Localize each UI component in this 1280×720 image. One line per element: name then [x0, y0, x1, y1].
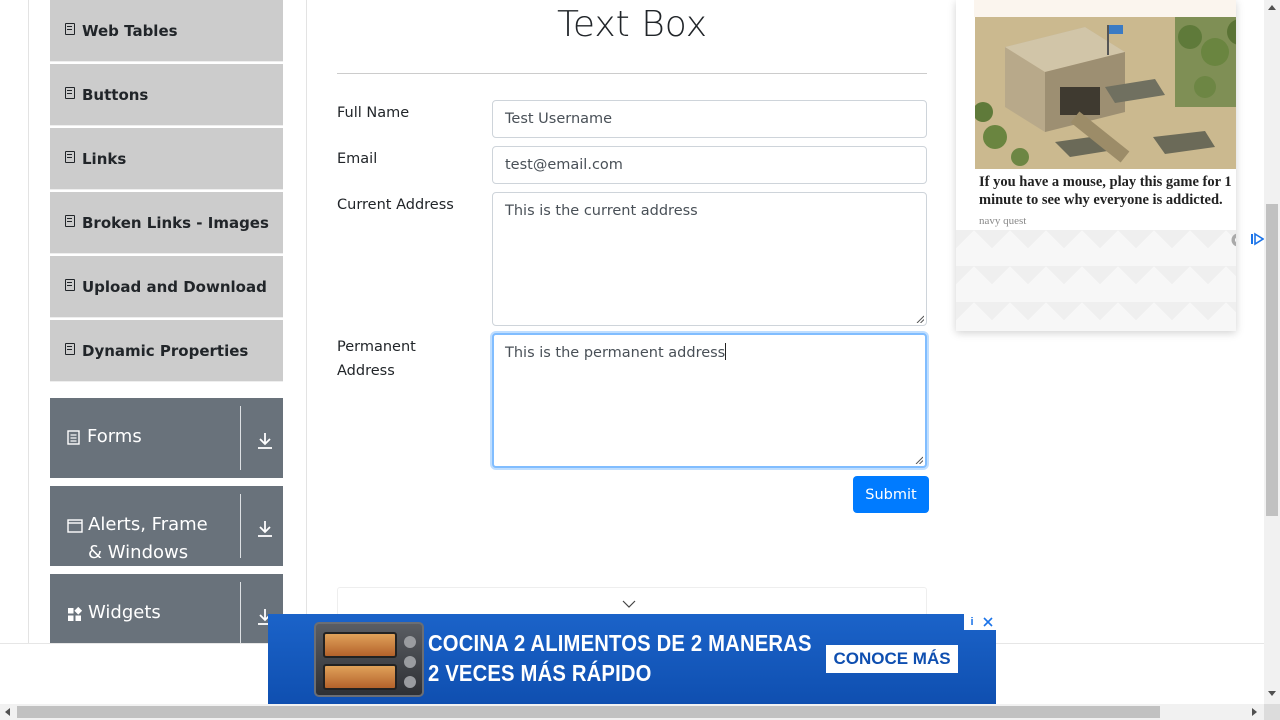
sidebar-item-label: Buttons — [82, 85, 149, 104]
list-icon — [65, 214, 75, 227]
sidebar-group-widgets[interactable]: Widgets — [50, 574, 283, 646]
banner-headline-line2: 2 VECES MÁS RÁPIDO — [428, 660, 652, 686]
widgets-icon — [68, 607, 82, 621]
permanent-address-label-line1: Permanent — [337, 339, 416, 355]
close-icon[interactable] — [980, 614, 996, 630]
chevron-down-icon — [622, 600, 636, 608]
sidebar-item-label: Links — [82, 149, 127, 168]
scroll-up-arrow-icon[interactable] — [1268, 5, 1276, 10]
window-icon — [67, 519, 83, 533]
download-arrow-icon[interactable] — [256, 518, 274, 538]
full-name-input[interactable]: Test Username — [492, 100, 927, 138]
sidebar-item-upload-download[interactable]: Upload and Download — [50, 256, 283, 318]
resize-grip-icon[interactable] — [916, 315, 924, 323]
permanent-address-textarea[interactable]: This is the permanent address — [492, 333, 927, 468]
title-divider — [337, 73, 927, 74]
horizontal-scrollbar[interactable] — [0, 704, 1264, 720]
sidebar-item-label: Dynamic Properties — [82, 341, 249, 360]
banner-headline-line1: COCINA 2 ALIMENTOS DE 2 MANERAS — [428, 630, 812, 656]
permanent-address-label: Permanent Address — [337, 335, 416, 383]
full-name-label: Full Name — [337, 105, 410, 121]
sidebar-group-label: Widgets — [88, 602, 161, 623]
list-icon — [65, 86, 75, 99]
ad-settings-icon[interactable] — [1230, 232, 1236, 248]
scrollbar-corner — [1264, 704, 1280, 720]
scroll-down-arrow-icon[interactable] — [1268, 691, 1276, 696]
scroll-right-arrow-icon[interactable] — [1252, 708, 1257, 716]
scroll-left-arrow-icon[interactable] — [5, 708, 10, 716]
download-arrow-icon[interactable] — [256, 430, 274, 450]
ad-game-image[interactable] — [975, 17, 1236, 169]
horizontal-scroll-thumb[interactable] — [17, 706, 1160, 718]
text-cursor — [725, 343, 727, 360]
group-divider — [240, 494, 241, 558]
form-icon — [67, 430, 80, 445]
sidebar-item-label: Upload and Download — [82, 277, 267, 296]
list-icon — [65, 278, 75, 291]
sidebar-left-border — [28, 0, 29, 643]
group-divider — [240, 582, 241, 646]
sidebar-item-label: Web Tables — [82, 21, 178, 40]
sidebar-right-border — [306, 0, 307, 643]
permanent-address-label-line2: Address — [337, 363, 395, 379]
list-icon — [65, 22, 75, 35]
list-icon — [65, 342, 75, 355]
group-divider — [240, 406, 241, 470]
permanent-address-value: This is the permanent address — [505, 345, 726, 361]
ad-source[interactable]: navy quest — [979, 215, 1026, 227]
email-input[interactable]: test@email.com — [492, 146, 927, 184]
page-title: Text Box — [556, 4, 708, 45]
game-scene-image — [975, 17, 1236, 169]
sidebar-ad[interactable]: If you have a mouse, play this game for … — [956, 0, 1236, 331]
sidebar-item-web-tables[interactable]: Web Tables — [50, 0, 283, 62]
oven-product-image — [314, 622, 424, 697]
ad-top-strip — [974, 0, 1236, 17]
ad-headline[interactable]: If you have a mouse, play this game for … — [979, 173, 1236, 209]
ad-background-pattern — [956, 230, 1236, 331]
sidebar-item-buttons[interactable]: Buttons — [50, 64, 283, 126]
resize-grip-icon[interactable] — [915, 456, 923, 464]
sidebar-item-label: Broken Links - Images — [82, 213, 269, 232]
sidebar-group-alerts[interactable]: Alerts, Frame & Windows — [50, 486, 283, 566]
bottom-banner-ad[interactable]: COCINA 2 ALIMENTOS DE 2 MANERAS 2 VECES … — [268, 614, 996, 704]
current-address-label: Current Address — [337, 197, 454, 213]
sidebar-group-label: Forms — [87, 426, 142, 447]
vertical-scroll-thumb[interactable] — [1266, 204, 1278, 516]
browser-viewport: Web Tables Buttons Links Broken Links - … — [0, 0, 1264, 704]
sidebar-item-links[interactable]: Links — [50, 128, 283, 190]
sidebar-item-broken-links[interactable]: Broken Links - Images — [50, 192, 283, 254]
list-icon — [65, 150, 75, 163]
submit-button[interactable]: Submit — [853, 476, 929, 513]
sidebar-item-dynamic-properties[interactable]: Dynamic Properties — [50, 320, 283, 382]
current-address-textarea[interactable]: This is the current address — [492, 192, 927, 326]
sidebar-group-forms[interactable]: Forms — [50, 398, 283, 478]
email-label: Email — [337, 151, 378, 167]
current-address-value: This is the current address — [505, 203, 698, 219]
ad-choices-icon[interactable] — [1250, 232, 1264, 246]
banner-cta-button[interactable]: CONOCE MÁS — [826, 645, 958, 673]
vertical-scrollbar[interactable] — [1264, 0, 1280, 704]
ad-info-icon[interactable]: i — [964, 614, 980, 630]
sidebar-group-label: Alerts, Frame & Windows — [88, 514, 208, 563]
